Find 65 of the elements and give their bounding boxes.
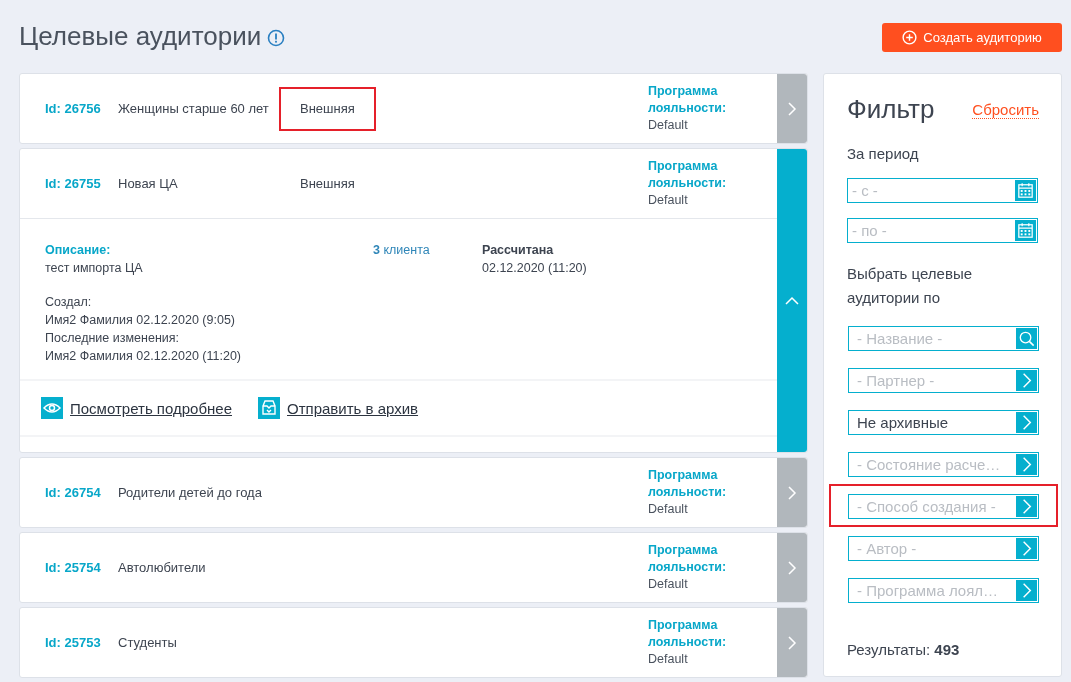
expand-toggle[interactable] xyxy=(777,608,807,677)
date-field[interactable]: - по - xyxy=(847,218,1038,243)
loyalty-value: Default xyxy=(648,117,689,134)
status-date: 02.12.2020 (11:20) xyxy=(482,260,587,277)
expand-toggle[interactable] xyxy=(777,74,807,143)
date-field[interactable]: - с - xyxy=(847,178,1038,203)
expand-toggle[interactable] xyxy=(777,458,807,527)
audience-id: Id: 25754 xyxy=(45,560,102,575)
period-label: За период xyxy=(847,145,920,162)
modified-info: Имя2 Фамилия 02.12.2020 (11:20) xyxy=(45,348,243,365)
loyalty-label: Программа лояльности: xyxy=(648,158,728,192)
loyalty-value: Default xyxy=(648,501,689,518)
audience-name: Студенты xyxy=(118,635,178,650)
select-field[interactable]: - Автор - xyxy=(848,536,1039,561)
loyalty-label: Программа лояльности: xyxy=(648,467,728,501)
audience-name: Автолюбители xyxy=(118,560,207,575)
filter-title: Фильтр xyxy=(847,94,935,125)
calendar-icon[interactable] xyxy=(1015,220,1036,241)
select-field[interactable]: - Состояние расче… xyxy=(848,452,1039,477)
description-text: тест импорта ЦА xyxy=(45,260,144,277)
created-info: Имя2 Фамилия 02.12.2020 (9:05) xyxy=(45,312,236,329)
audience-name: Родители детей до года xyxy=(118,485,263,500)
chevron-right-icon[interactable] xyxy=(1016,580,1037,601)
audience-id: Id: 26756 xyxy=(45,101,102,116)
search-icon[interactable] xyxy=(1016,328,1037,349)
select-field[interactable]: - Программа лоял… xyxy=(848,578,1039,603)
clients-count: 3 клиента xyxy=(373,243,430,257)
chevron-right-icon[interactable] xyxy=(1016,370,1037,391)
loyalty-value: Default xyxy=(648,192,689,209)
audience-type: Внешняя xyxy=(279,86,376,131)
page-title: Целевые аудитории xyxy=(19,21,262,52)
select-by-label: Выбрать целевые аудитории по xyxy=(847,264,974,308)
created-label: Создал: xyxy=(45,294,93,311)
view-details-link[interactable]: Посмотреть подробнее xyxy=(70,399,232,417)
audience-type: Внешняя xyxy=(299,174,356,193)
expand-toggle[interactable] xyxy=(777,533,807,602)
loyalty-label: Программа лояльности: xyxy=(648,542,728,576)
select-field[interactable]: - Способ создания - xyxy=(848,494,1039,519)
audience-id: Id: 25753 xyxy=(45,635,102,650)
loyalty-label: Программа лояльности: xyxy=(648,617,728,651)
status-label: Рассчитана xyxy=(482,242,555,259)
loyalty-value: Default xyxy=(648,651,689,668)
loyalty-label: Программа лояльности: xyxy=(648,83,728,117)
chevron-right-icon[interactable] xyxy=(1016,538,1037,559)
audience-id: Id: 26755 xyxy=(45,176,102,191)
archive-box-icon[interactable] xyxy=(258,397,280,419)
chevron-right-icon[interactable] xyxy=(1016,454,1037,475)
plus-circle-icon xyxy=(902,30,918,45)
results-count: Результаты: 493 xyxy=(847,641,961,658)
description-label: Описание: xyxy=(45,242,112,259)
loyalty-value: Default xyxy=(648,576,689,593)
modified-label: Последние изменения: xyxy=(45,330,180,347)
chevron-right-icon[interactable] xyxy=(1016,412,1037,433)
audience-name: Женщины старше 60 лет xyxy=(118,101,270,116)
audience-name: Новая ЦА xyxy=(118,176,179,191)
calendar-icon[interactable] xyxy=(1015,180,1036,201)
chevron-right-icon[interactable] xyxy=(1016,496,1037,517)
select-field[interactable]: Не архивные xyxy=(848,410,1039,435)
eye-icon[interactable] xyxy=(41,397,63,419)
archive-link[interactable]: Отправить в архив xyxy=(287,399,419,417)
info-icon[interactable] xyxy=(267,29,286,47)
select-field[interactable]: - Партнер - xyxy=(848,368,1039,393)
audience-id: Id: 26754 xyxy=(45,485,102,500)
expand-toggle[interactable] xyxy=(777,149,807,452)
search-field[interactable]: - Название - xyxy=(848,326,1039,351)
